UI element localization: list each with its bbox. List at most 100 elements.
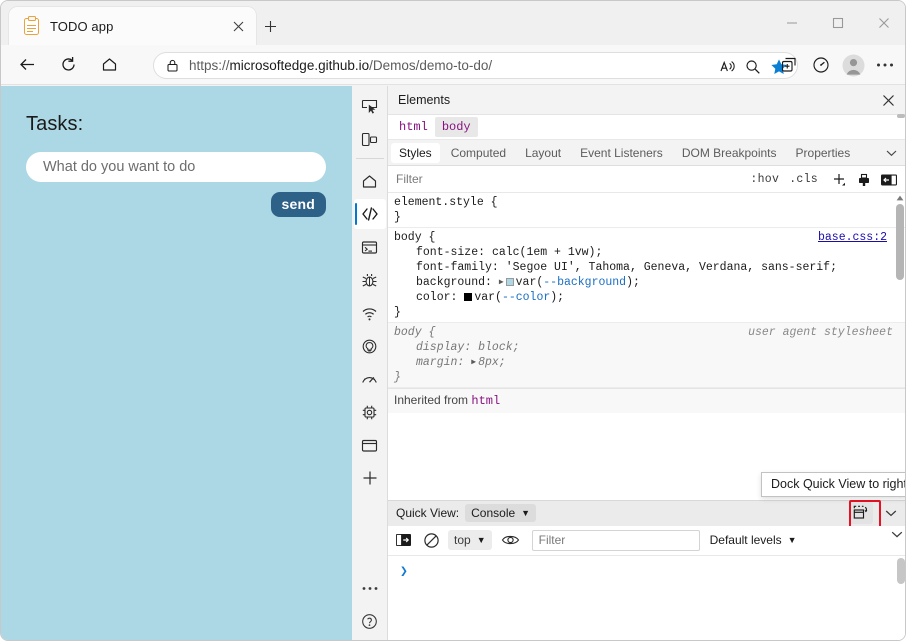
- toolbar-right-actions: [773, 50, 901, 80]
- browser-tab[interactable]: TODO app: [9, 7, 256, 45]
- declaration-property: font-family: [416, 261, 492, 274]
- console-levels-selector[interactable]: Default levels ▼: [710, 533, 797, 547]
- clear-console-icon[interactable]: [418, 527, 444, 553]
- tab-layout[interactable]: Layout: [517, 143, 569, 163]
- memory-chip-icon[interactable]: [354, 397, 386, 427]
- devtools-panel: Elements html body Styles Computed Layou…: [388, 86, 905, 640]
- web-page-content: Tasks: send: [1, 86, 352, 640]
- elements-icon[interactable]: [353, 199, 386, 229]
- inherited-source[interactable]: html: [471, 394, 500, 408]
- breadcrumb-item-html[interactable]: html: [392, 117, 435, 137]
- dock-quick-view-right-icon[interactable]: [849, 501, 873, 524]
- tab-computed[interactable]: Computed: [443, 143, 514, 163]
- console-settings-icon[interactable]: [891, 530, 903, 539]
- lighthouse-icon[interactable]: [354, 331, 386, 361]
- tab-properties[interactable]: Properties: [788, 143, 859, 163]
- declaration-property: margin: [416, 356, 458, 369]
- declaration-property: font-size: [416, 246, 479, 259]
- declaration-font-size[interactable]: font-size: calc(1em + 1vw);: [394, 245, 905, 260]
- toggle-sidebar-icon[interactable]: [878, 169, 900, 191]
- inspect-element-icon[interactable]: [354, 91, 386, 121]
- collections-icon[interactable]: [773, 50, 805, 80]
- browser-toolbar: https://microsoftedge.github.io/Demos/de…: [1, 45, 905, 85]
- lock-icon: [164, 58, 180, 74]
- todo-text-input[interactable]: [26, 152, 326, 182]
- new-tab-button[interactable]: [255, 11, 285, 41]
- declaration-property: background: [416, 276, 486, 289]
- application-window-icon[interactable]: [354, 430, 386, 460]
- tab-dom-breakpoints[interactable]: DOM Breakpoints: [674, 143, 785, 163]
- inherited-from-row: Inherited from html: [388, 388, 905, 413]
- declaration-margin[interactable]: margin: ▶ 8px;: [394, 355, 905, 370]
- declaration-display[interactable]: display: block;: [394, 340, 905, 355]
- console-filter-input[interactable]: [531, 529, 700, 551]
- cls-toggle[interactable]: .cls: [789, 173, 818, 186]
- expand-triangle-icon[interactable]: ▶: [499, 275, 504, 290]
- profile-avatar[interactable]: [837, 50, 869, 80]
- print-style-icon[interactable]: [853, 169, 875, 191]
- back-arrow-icon[interactable]: [12, 50, 42, 80]
- refresh-icon[interactable]: [53, 50, 83, 80]
- tab-close-button[interactable]: [228, 16, 248, 36]
- read-aloud-icon[interactable]: [715, 55, 739, 78]
- scrollbar-thumb[interactable]: [896, 204, 904, 280]
- settings-more-icon[interactable]: [869, 50, 901, 80]
- chevron-down-icon[interactable]: [881, 143, 901, 163]
- search-zoom-icon[interactable]: [741, 55, 765, 78]
- console-icon[interactable]: [354, 232, 386, 262]
- console-sidebar-icon[interactable]: [390, 527, 416, 553]
- close-button[interactable]: [861, 1, 905, 45]
- breadcrumb-item-body[interactable]: body: [434, 117, 478, 137]
- maximize-button[interactable]: [815, 1, 861, 45]
- quick-view-chevron-icon[interactable]: [879, 502, 903, 524]
- devtools-close-button[interactable]: [877, 89, 899, 111]
- more-tools-plus-icon[interactable]: [354, 463, 386, 493]
- more-options-icon[interactable]: [354, 573, 386, 603]
- performance-gauge-icon[interactable]: [354, 364, 386, 394]
- tab-styles[interactable]: Styles: [391, 142, 440, 163]
- scroll-up-arrow-icon[interactable]: [895, 193, 904, 202]
- help-icon[interactable]: [354, 606, 386, 636]
- console-scrollbar-thumb[interactable]: [897, 557, 905, 584]
- plus-icon[interactable]: [828, 169, 850, 191]
- device-emulation-icon[interactable]: [354, 124, 386, 154]
- console-output-area[interactable]: ❯: [388, 555, 905, 640]
- title-bar: TODO app: [1, 1, 905, 45]
- network-icon[interactable]: [354, 298, 386, 328]
- styles-scrollbar[interactable]: [896, 193, 905, 500]
- devtools-activity-rail: [352, 86, 388, 640]
- dock-quick-view-tooltip: Dock Quick View to right: [761, 472, 905, 497]
- rule-source-label: user agent stylesheet: [748, 326, 893, 339]
- sources-debugger-icon[interactable]: [354, 265, 386, 295]
- color-swatch[interactable]: [505, 278, 514, 286]
- styles-filter-input[interactable]: [392, 169, 712, 189]
- rule-close-brace: }: [394, 371, 401, 384]
- declaration-value: calc(1em + 1vw);: [491, 246, 603, 259]
- rule-source-link[interactable]: base.css:2: [818, 230, 887, 245]
- address-bar[interactable]: https://microsoftedge.github.io/Demos/de…: [153, 52, 798, 79]
- quick-view-selector[interactable]: Console ▼: [465, 504, 537, 522]
- hov-toggle[interactable]: :hov: [750, 173, 779, 186]
- performance-icon[interactable]: [805, 50, 837, 80]
- minimize-button[interactable]: [769, 1, 815, 45]
- declaration-font-family[interactable]: font-family: 'Segoe UI', Tahoma, Geneva,…: [394, 260, 905, 275]
- quick-view-bar: Quick View: Console ▼: [388, 499, 905, 530]
- declaration-property: display: [416, 341, 465, 354]
- home-icon[interactable]: [94, 50, 124, 80]
- declaration-background[interactable]: background: ▶ var(--background);: [394, 275, 905, 290]
- console-context-selector[interactable]: top ▼: [448, 530, 492, 550]
- send-button[interactable]: send: [270, 192, 326, 217]
- declaration-value: 8px;: [478, 356, 506, 369]
- welcome-home-icon[interactable]: [354, 166, 386, 196]
- styles-rules-list[interactable]: element.style { } body { base.css:2 font…: [388, 193, 905, 500]
- color-swatch[interactable]: [464, 293, 473, 301]
- chevron-down-icon: ▼: [476, 535, 486, 545]
- live-expression-icon[interactable]: [498, 527, 524, 553]
- dom-breadcrumb: html body: [388, 114, 905, 140]
- declaration-color[interactable]: color: var(--color);: [394, 290, 905, 305]
- styles-filter-bar: :hov .cls: [388, 166, 905, 193]
- console-context-value: top: [454, 533, 471, 547]
- tab-event-listeners[interactable]: Event Listeners: [572, 143, 671, 163]
- expand-triangle-icon[interactable]: ▶: [471, 355, 476, 370]
- quick-view-label: Quick View:: [396, 506, 460, 520]
